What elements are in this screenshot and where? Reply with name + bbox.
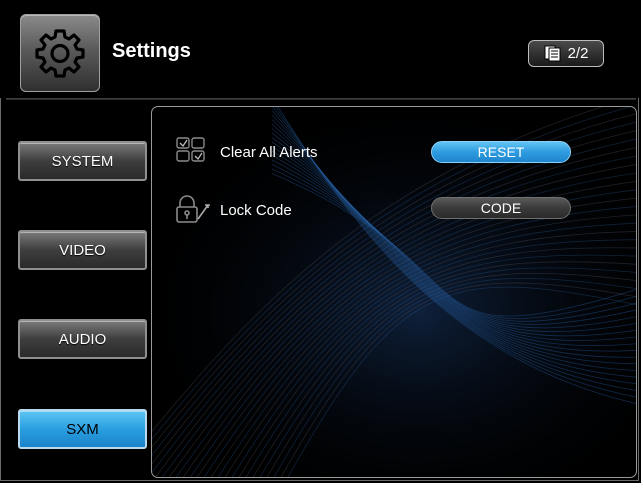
page-title: Settings (112, 40, 191, 62)
code-button[interactable]: CODE (431, 197, 571, 219)
header-bar: Settings 2/2 (0, 0, 641, 98)
page-indicator-button[interactable]: 2/2 (528, 40, 604, 67)
lock-code-label: Lock Code (220, 202, 292, 219)
alerts-grid-icon (176, 137, 205, 162)
tab-sxm-label: SXM (66, 420, 99, 438)
reset-button[interactable]: RESET (431, 141, 571, 163)
tab-audio[interactable]: AUDIO (18, 319, 147, 359)
settings-home-button[interactable] (20, 14, 100, 92)
tab-video-label: VIDEO (59, 241, 106, 259)
tab-audio-label: AUDIO (58, 330, 107, 348)
tab-video[interactable]: VIDEO (18, 230, 147, 270)
clear-alerts-label: Clear All Alerts (220, 144, 318, 161)
gear-icon (35, 29, 85, 78)
tab-sxm[interactable]: SXM (18, 409, 147, 449)
header-divider (6, 98, 636, 100)
content-panel: Clear All Alerts RESET Lock Code CODE (151, 106, 637, 478)
tab-system-label: SYSTEM (51, 152, 114, 170)
pages-icon (544, 45, 561, 62)
page-indicator-text: 2/2 (567, 45, 589, 62)
tab-system[interactable]: SYSTEM (18, 141, 147, 181)
wave-background (152, 107, 636, 477)
lock-code-icon (176, 195, 210, 223)
